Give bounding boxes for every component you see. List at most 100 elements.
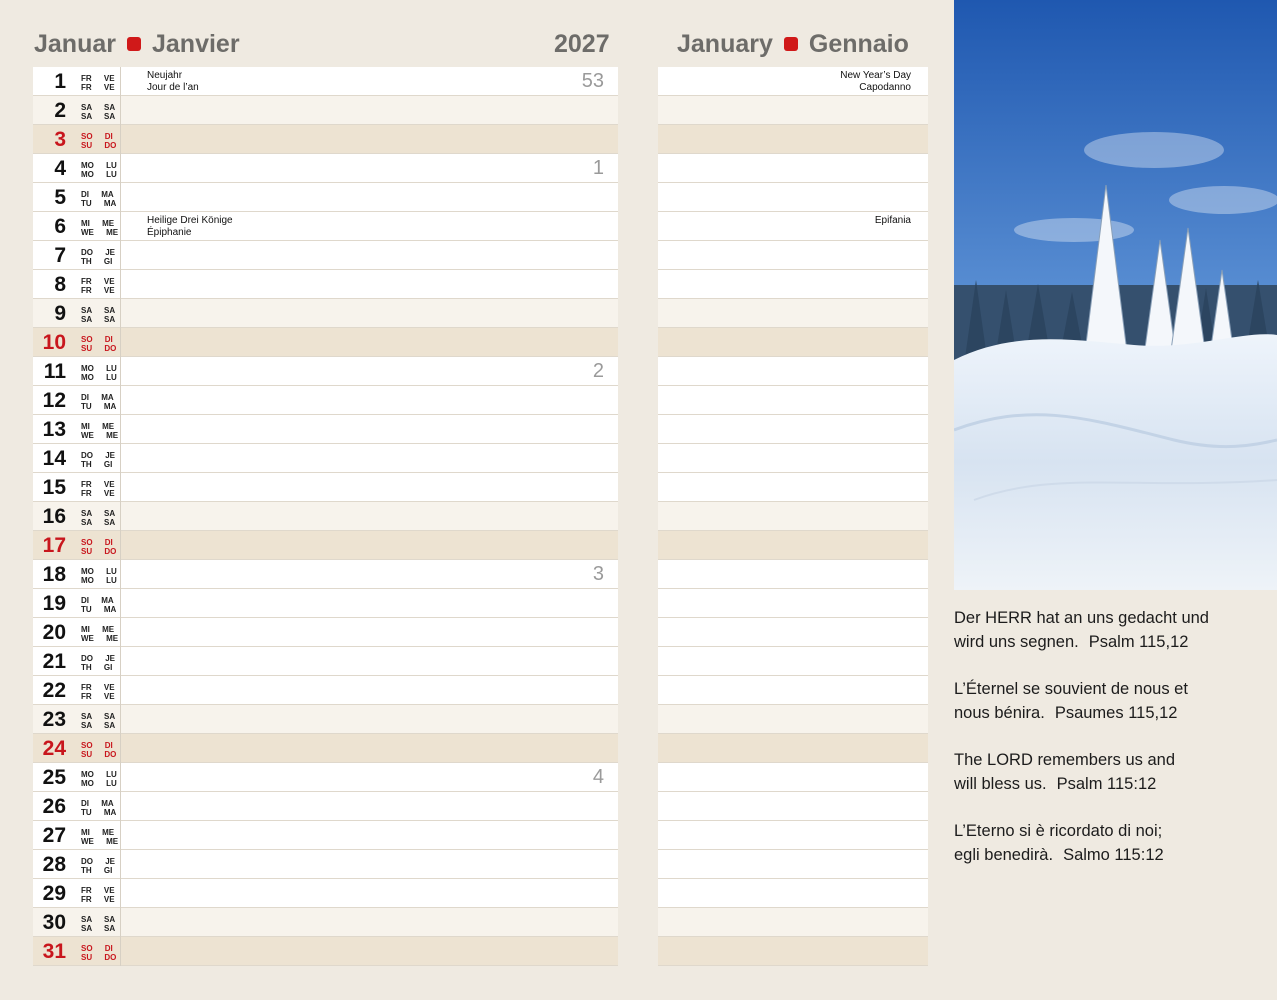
month-italian: Gennaio [808,30,909,58]
weekday-pair-top: SA SA [81,712,116,721]
day-row [658,850,928,879]
day-number: 27 [42,824,66,847]
weekday-abbr-line: DO JE TH GI [81,248,115,266]
weekday-abbr-line: DO JE TH GI [81,451,115,469]
weekday-pair-bottom: FR VE [81,895,115,904]
weekday-pair-bottom: TU MA [81,808,117,817]
day-row [658,473,928,502]
day-number: 12 [42,389,66,412]
weekday-abbr-line: FR VE FR VE [81,480,115,498]
weekday-pair-top: SO DI [81,944,113,953]
day-row: 9 SA SA SA SA [33,299,618,328]
weekday-pair-top: SA SA [81,509,116,518]
weekday-abbr-line: MO LU MO LU [81,567,117,585]
month-title-right: January Gennaio [677,28,909,60]
month-english: January [677,30,773,58]
holiday-line: Neujahr [147,70,183,81]
holiday-line: Epifania [874,215,911,226]
day-row: 6 MI ME WE ME Heilige Drei Könige Épiphanie [33,212,618,241]
weekday-pair-bottom: SA SA [81,518,116,527]
day-number: 1 [54,70,66,93]
weekday-pair-bottom: WE ME [81,228,119,237]
weekday-pair-bottom: SA SA [81,112,116,121]
day-row [658,299,928,328]
day-row [658,763,928,792]
day-row [658,908,928,937]
day-number: 7 [54,244,66,267]
day-row: 15 FR VE FR VE [33,473,618,502]
verse-line: wird uns segnen. Psalm 115,12 [954,630,1254,654]
weekday-pair-top: FR VE [81,683,115,692]
day-number: 30 [42,911,66,934]
holiday-line: Heilige Drei Könige [147,215,233,226]
weekday-pair-top: DO JE [81,654,116,663]
weekday-pair-top: SA SA [81,103,116,112]
day-number: 23 [42,708,66,731]
day-row [658,444,928,473]
day-row: 23 SA SA SA SA [33,705,618,734]
weekday-pair-bottom: SA SA [81,721,116,730]
verse-text: egli benedirà. [954,846,1054,864]
weekday-pair-top: DO JE [81,248,116,257]
holiday-line: New Year’s Day [840,70,911,81]
day-number: 16 [42,505,66,528]
weekday-pair-bottom: WE ME [81,837,119,846]
day-number: 31 [42,940,66,963]
weekday-pair-top: SA SA [81,306,116,315]
weekday-pair-bottom: FR VE [81,286,115,295]
weekday-pair-top: MO LU [81,770,117,779]
day-number: 9 [54,302,66,325]
day-row [658,241,928,270]
verse-line: L’Eterno si è ricordato di noi; [954,822,1163,840]
weekday-pair-bottom: SA SA [81,315,116,324]
weekday-abbr-line: SA SA SA SA [81,103,115,121]
weekday-pair-bottom: SU DO [81,547,117,556]
weekday-abbr-line: DO JE TH GI [81,654,115,672]
weekday-abbr-line: DI MA TU MA [81,799,116,817]
weekday-pair-bottom: WE ME [81,634,119,643]
weekday-pair-top: SO DI [81,335,113,344]
weekday-pair-bottom: TH GI [81,460,113,469]
verse-line: L’Éternel se souvient de nous et [954,680,1188,698]
verse-reference: Salmo 115:12 [1063,846,1164,864]
weekday-pair-top: DI MA [81,190,114,199]
verse-text: wird uns segnen. [954,633,1079,651]
weekday-pair-bottom: MO LU [81,779,117,788]
weekday-abbr-line: FR VE FR VE [81,886,115,904]
day-row: 2 SA SA SA SA [33,96,618,125]
day-row: Epifania [658,212,928,241]
day-row: 30 SA SA SA SA [33,908,618,937]
day-row [658,183,928,212]
weekday-pair-bottom: TU MA [81,402,117,411]
day-row: 5 DI MA TU MA [33,183,618,212]
weekday-pair-top: DI MA [81,799,114,808]
weekday-pair-top: FR VE [81,480,115,489]
day-row: 18 MO LU MO LU 3 [33,560,618,589]
day-row: 22 FR VE FR VE [33,676,618,705]
verse-german: Der HERR hat an uns gedacht und wird uns… [954,606,1254,654]
weekday-pair-top: SO DI [81,741,113,750]
weekday-abbr-line: MO LU MO LU [81,770,117,788]
month-title-left: Januar Janvier [34,28,240,60]
weekday-abbr-line: MI ME WE ME [81,828,118,846]
day-row: 12 DI MA TU MA [33,386,618,415]
verse-text: nous bénira. [954,704,1045,722]
day-number: 29 [42,882,66,905]
weekday-pair-bottom: MO LU [81,170,117,179]
verse-italian: L’Eterno si è ricordato di noi; egli ben… [954,819,1254,867]
day-number: 25 [42,766,66,789]
weekday-pair-top: SO DI [81,132,113,141]
weekday-abbr-line: DI MA TU MA [81,393,116,411]
day-number: 19 [42,592,66,615]
verse-reference: Psalm 115:12 [1056,775,1157,793]
weekday-abbr-line: DO JE TH GI [81,857,115,875]
day-number: 13 [42,418,66,441]
winter-landscape-photo [954,0,1277,590]
day-row: 10 SO DI SU DO [33,328,618,357]
weekday-abbr-line: SO DI SU DO [81,538,116,556]
holiday-line: Capodanno [859,82,911,93]
week-number: 2 [592,360,604,382]
weekday-abbr-line: SO DI SU DO [81,944,116,962]
day-row: 4 MO LU MO LU 1 [33,154,618,183]
weekday-pair-bottom: TU MA [81,199,117,208]
